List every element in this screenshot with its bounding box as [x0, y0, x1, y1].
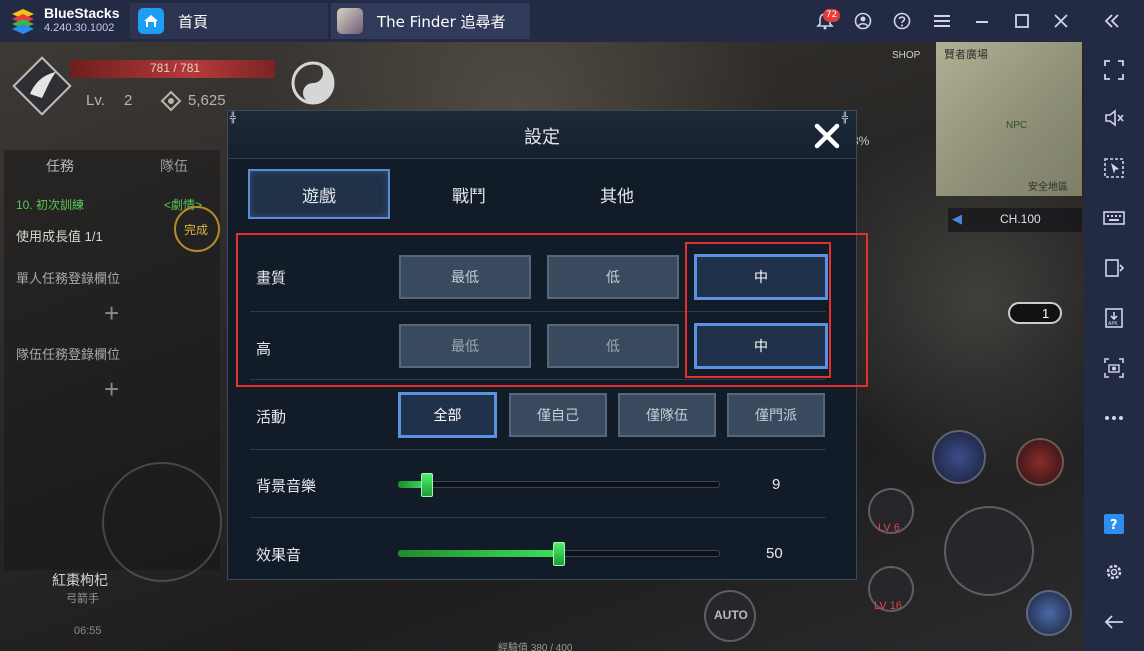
sfx-label: 效果音	[256, 546, 302, 564]
skill-lv-2: LV 16	[874, 600, 902, 612]
tab-game[interactable]: The Finder 追尋者	[331, 3, 530, 39]
tab-other[interactable]: 其他	[546, 169, 688, 219]
clock-text: 06:55	[74, 625, 102, 637]
tab-combat[interactable]: 戰鬥	[398, 169, 540, 219]
map-name: 賢者廣場	[944, 49, 988, 61]
level-label: Lv.	[86, 92, 105, 109]
game-app-icon	[337, 8, 363, 34]
map-npc-marker: NPC	[1006, 120, 1028, 131]
pet-name: 紅棗枸杞	[52, 572, 108, 588]
exp-text: 經驗值 380 / 400	[498, 643, 573, 651]
solo-quest-slot[interactable]: 單人任務登錄欄位	[16, 268, 120, 287]
tab-home[interactable]: 首頁	[130, 3, 328, 39]
activity-option-guild[interactable]: 僅門派	[727, 393, 825, 437]
add-solo-quest-icon[interactable]: +	[104, 298, 119, 329]
quest-complete-button[interactable]: 完成	[174, 206, 220, 252]
safe-zone-label: 安全地區	[1028, 182, 1068, 193]
keyboard-icon[interactable]	[1102, 206, 1126, 230]
skill-slot-2[interactable]	[1016, 438, 1064, 486]
notification-badge: 72	[823, 9, 840, 22]
dialog-close-icon[interactable]	[812, 121, 842, 151]
screen-rotate-icon[interactable]	[1102, 256, 1126, 280]
level-value: 2	[124, 92, 133, 109]
home-icon	[138, 8, 164, 34]
auto-label: AUTO	[714, 608, 748, 622]
camera-count: 1	[1042, 306, 1050, 321]
party-quest-slot[interactable]: 隊伍任務登錄欄位	[16, 344, 120, 363]
settings-dialog: ╬ ╬ 設定 遊戲 戰鬥 其他 畫質 最低 低 中 高 最低 低 中 活動 全部…	[227, 110, 868, 580]
pet-sub: 弓箭手	[66, 593, 99, 605]
sfx-slider-fill	[398, 550, 559, 557]
menu-icon[interactable]	[932, 11, 952, 31]
quest-desc: 使用成長值 1/1	[16, 229, 103, 244]
tab-quest[interactable]: 任務	[46, 156, 74, 176]
bgm-label: 背景音樂	[256, 477, 317, 495]
settings-icon[interactable]	[1102, 560, 1126, 584]
tab-party[interactable]: 隊伍	[160, 156, 188, 176]
activity-label: 活動	[256, 408, 287, 426]
apk-install-icon[interactable]: APK	[1102, 306, 1126, 330]
sfx-slider-thumb[interactable]	[553, 542, 565, 566]
minimize-icon[interactable]	[972, 11, 992, 31]
bgm-slider[interactable]	[398, 481, 720, 488]
bgm-value: 9	[772, 476, 781, 493]
bgm-slider-thumb[interactable]	[420, 473, 433, 497]
pointer-icon[interactable]	[1102, 156, 1126, 180]
shop-label[interactable]: SHOP	[892, 50, 920, 61]
svg-text:?: ?	[1110, 518, 1118, 533]
channel-label: CH.100	[1000, 212, 1041, 226]
bluestacks-logo-icon	[12, 9, 34, 34]
dialog-header: ╬ ╬ 設定	[228, 111, 856, 159]
divider	[250, 449, 826, 450]
hp-text: 781 / 781	[150, 61, 201, 75]
camera-toggle[interactable]: 1	[1008, 302, 1062, 324]
tab-game-settings[interactable]: 遊戲	[248, 169, 390, 219]
activity-option-all[interactable]: 全部	[398, 392, 497, 438]
screenshot-icon[interactable]	[1102, 356, 1126, 380]
more-icon[interactable]	[1102, 406, 1126, 430]
annotation-highlight-box-medium	[685, 242, 831, 378]
power-icon	[160, 90, 182, 112]
skill-slot-3[interactable]	[1026, 590, 1072, 636]
maximize-icon[interactable]	[1012, 11, 1032, 31]
close-icon[interactable]	[1051, 11, 1071, 31]
fullscreen-icon[interactable]	[1102, 58, 1126, 82]
help-square-icon[interactable]: ?	[1102, 512, 1126, 536]
brand-version: 4.240.30.1002	[44, 22, 115, 34]
virtual-joystick[interactable]	[102, 462, 222, 582]
power-value: 5,625	[188, 92, 226, 109]
skill-lv-1: LV 6	[878, 522, 900, 534]
quest-title[interactable]: 10. 初次訓練	[16, 196, 84, 213]
volume-mute-icon[interactable]	[1102, 106, 1126, 130]
yin-yang-icon[interactable]	[290, 60, 336, 106]
activity-option-self[interactable]: 僅自己	[509, 393, 607, 437]
collapse-icon[interactable]	[1102, 11, 1122, 31]
player-class-icon	[12, 56, 72, 116]
divider	[250, 517, 826, 518]
tab-game-label: The Finder 追尋者	[377, 12, 506, 31]
title-bar: BlueStacks 4.240.30.1002 首頁 The Finder 追…	[0, 0, 1144, 42]
svg-text:APK: APK	[1108, 321, 1118, 327]
brand-name: BlueStacks	[44, 5, 120, 21]
dialog-title: 設定	[524, 127, 560, 148]
account-icon[interactable]	[853, 11, 873, 31]
help-icon[interactable]	[892, 11, 912, 31]
sfx-value: 50	[766, 545, 783, 562]
bluestacks-sidebar: APK ?	[1084, 42, 1144, 651]
channel-bar[interactable]: ◀ CH.100	[948, 208, 1082, 232]
tab-home-label: 首頁	[178, 12, 209, 31]
attack-button[interactable]	[944, 506, 1034, 596]
add-party-quest-icon[interactable]: +	[104, 374, 119, 405]
quest-complete-label: 完成	[184, 223, 209, 237]
minimap[interactable]: 賢者廣場 NPC 安全地區	[936, 42, 1082, 196]
channel-arrow-icon[interactable]: ◀	[952, 211, 962, 227]
skill-slot-1[interactable]	[932, 430, 986, 484]
activity-option-party[interactable]: 僅隊伍	[618, 393, 716, 437]
brand: BlueStacks 4.240.30.1002	[44, 5, 119, 35]
back-arrow-icon[interactable]	[1102, 610, 1126, 634]
auto-button[interactable]: AUTO	[704, 590, 756, 642]
